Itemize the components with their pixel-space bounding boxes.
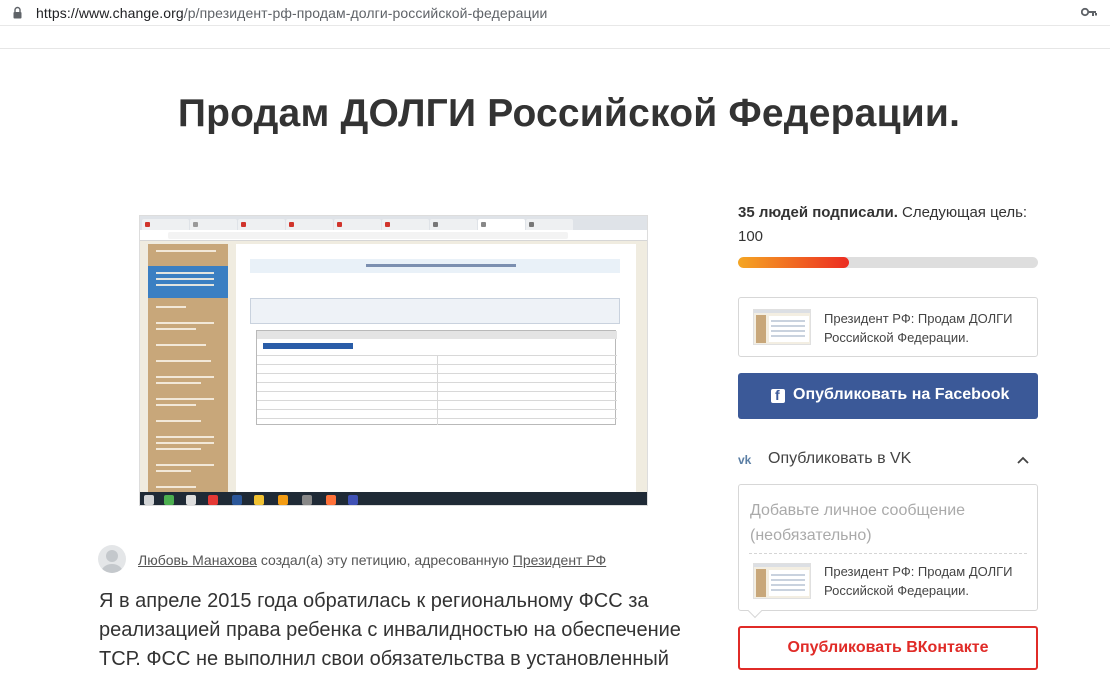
key-icon[interactable]	[1081, 6, 1097, 18]
signature-count: 35 людей подписали. Следующая цель: 100	[738, 201, 1038, 249]
progress-fill	[738, 257, 849, 268]
preview-caption: Президент РФ: Продам ДОЛГИ Российской Фе…	[824, 311, 1013, 345]
image-browser-tabs	[140, 216, 647, 230]
facebook-share-label: Опубликовать на Facebook	[793, 386, 1010, 403]
signature-count-bold: 35 людей подписали.	[738, 204, 898, 221]
vk-divider	[749, 553, 1027, 554]
author-link[interactable]: Любовь Манахова	[138, 552, 257, 568]
petition-title: Продам ДОЛГИ Российской Федерации.	[177, 92, 961, 135]
chevron-up-icon[interactable]	[1017, 456, 1029, 464]
vk-message-box[interactable]: Добавьте личное сообщение (необязательно…	[738, 484, 1038, 619]
image-main-content	[236, 244, 636, 494]
share-preview-card: Президент РФ: Продам ДОЛГИ Российской Фе…	[738, 297, 1038, 357]
header-divider	[0, 48, 1110, 49]
facebook-icon: f	[771, 387, 785, 403]
petition-body-line: Я в апреле 2015 года обратилась к регион…	[99, 590, 649, 612]
url-host: https://www.change.org	[36, 5, 184, 21]
facebook-share-button[interactable]: f Опубликовать на Facebook	[738, 373, 1038, 419]
url-text[interactable]: https://www.change.org/p/президент-рф-пр…	[36, 5, 547, 21]
image-sidebar	[148, 244, 228, 494]
vk-box-notch	[747, 603, 763, 619]
lock-icon	[13, 6, 22, 19]
vk-share-toggle[interactable]: vk Опубликовать в VK	[738, 449, 1038, 473]
vk-toggle-label: Опубликовать в VK	[768, 450, 912, 467]
petition-body-line: ТСР. ФСС не выполнил свои обязательства …	[99, 648, 669, 670]
petition-image[interactable]	[139, 215, 648, 506]
author-line: Любовь Манахова создал(а) эту петицию, а…	[138, 552, 606, 568]
vk-preview-thumbnail	[753, 563, 811, 599]
preview-thumbnail	[753, 309, 811, 345]
recipient-link[interactable]: Президент РФ	[513, 552, 606, 568]
vk-preview-caption: Президент РФ: Продам ДОЛГИ Российской Фе…	[824, 564, 1013, 598]
author-avatar[interactable]	[98, 545, 126, 573]
author-line-text: создал(а) эту петицию, адресованную	[256, 552, 513, 568]
vk-icon: vk	[738, 453, 752, 467]
vk-message-placeholder[interactable]: Добавьте личное сообщение (необязательно…	[750, 498, 1020, 548]
image-address-bar	[140, 230, 647, 241]
petition-body: Я в апреле 2015 года обратилась к регион…	[99, 587, 699, 674]
avatar-icon	[101, 550, 123, 573]
browser-address-bar[interactable]: https://www.change.org/p/президент-рф-пр…	[0, 0, 1110, 26]
vk-publish-button[interactable]: Опубликовать ВКонтакте	[738, 626, 1038, 670]
petition-body-line: реализацией права ребенка с инвалидность…	[99, 619, 681, 641]
signature-progress-bar	[738, 257, 1038, 268]
url-path: /p/президент-рф-продам-долги-российской-…	[183, 5, 548, 21]
image-taskbar	[140, 492, 647, 505]
